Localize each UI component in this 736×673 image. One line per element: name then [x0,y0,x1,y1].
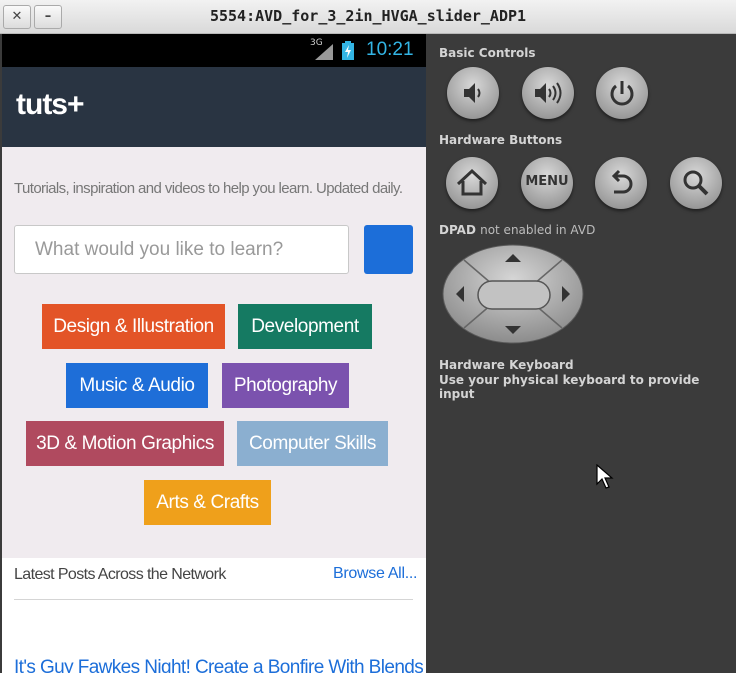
status-bar: 3G 10:21 [2,34,426,67]
search-hardware-button[interactable] [670,157,722,209]
dpad-icon[interactable] [442,244,584,344]
category-arts-crafts[interactable]: Arts & Crafts [144,480,271,525]
home-button[interactable] [446,157,498,209]
dpad-label: DPAD not enabled in AVD [439,223,595,237]
keyboard-text: Use your physical keyboard to provide in… [439,373,700,401]
power-button[interactable] [596,67,648,119]
search-icon [683,170,709,196]
battery-charging-icon [342,41,354,60]
back-button[interactable] [595,157,647,209]
dpad-note: not enabled in AVD [480,223,596,237]
post-link[interactable]: It's Guy Fawkes Night! Create a Bonfire … [14,657,424,673]
back-icon [611,169,633,194]
browse-all-link[interactable]: Browse All... [333,565,417,583]
window-titlebar: ✕ – 5554:AVD_for_3_2in_HVGA_slider_ADP1 [0,0,736,34]
menu-button[interactable]: MENU [521,157,573,209]
category-computer-skills[interactable]: Computer Skills [237,421,388,466]
dpad-title: DPAD [439,223,476,237]
category-photography[interactable]: Photography [222,363,349,408]
category-development[interactable]: Development [238,304,372,349]
emulator-controls-panel: Basic Controls Hardware Buttons MENU DPA… [426,34,736,673]
hardware-buttons-label: Hardware Buttons [439,133,563,147]
keyboard-title: Hardware Keyboard [439,358,574,372]
home-icon [456,168,488,196]
category-music-audio[interactable]: Music & Audio [66,363,208,408]
volume-down-button[interactable] [447,67,499,119]
power-icon [610,81,634,106]
category-3d-motion-graphics[interactable]: 3D & Motion Graphics [26,421,224,466]
site-header: tuts+ [2,67,426,147]
menu-label: MENU [525,174,569,189]
volume-up-icon [535,82,562,104]
category-design-illustration[interactable]: Design & Illustration [42,304,225,349]
volume-up-button[interactable] [522,67,574,119]
signal-icon [315,44,333,60]
mouse-cursor-icon [596,464,614,489]
divider [14,599,413,600]
tuts-logo[interactable]: tuts+ [16,88,85,122]
search-button[interactable] [364,225,413,274]
search-input[interactable]: What would you like to learn? [14,225,349,274]
tagline: Tutorials, inspiration and videos to hel… [14,180,403,197]
basic-controls-label: Basic Controls [439,46,536,60]
device-screen[interactable]: 3G 10:21 tuts+ Tutorials, inspiration an… [2,34,426,673]
volume-down-icon [464,83,481,103]
clock: 10:21 [366,39,414,60]
window-title: 5554:AVD_for_3_2in_HVGA_slider_ADP1 [209,7,527,25]
latest-posts-title: Latest Posts Across the Network [14,566,226,583]
